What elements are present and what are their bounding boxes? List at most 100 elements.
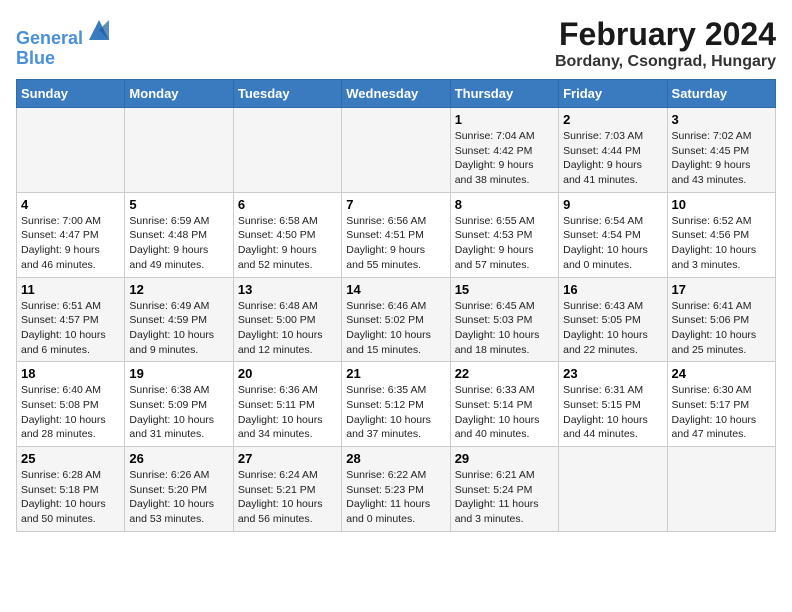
month-title: February 2024 [555,16,776,53]
weekday-header-sunday: Sunday [17,80,125,108]
day-number: 16 [563,282,662,297]
calendar-cell: 25 Sunrise: 6:28 AMSunset: 5:18 PMDayligh… [17,447,125,532]
calendar-cell: 26 Sunrise: 6:26 AMSunset: 5:20 PMDayligh… [125,447,233,532]
calendar-cell: 23Sunrise: 6:31 AMSunset: 5:15 PMDayligh… [559,362,667,447]
calendar-cell: 11 Sunrise: 6:51 AMSunset: 4:57 PMDayligh… [17,277,125,362]
calendar-week-1: 1Sunrise: 7:04 AMSunset: 4:42 PMDaylight… [17,108,776,193]
day-info: Sunrise: 6:56 AMSunset: 4:51 PMDaylight:… [346,214,445,273]
day-info: Sunrise: 6:59 AMSunset: 4:48 PMDaylight:… [129,214,228,273]
weekday-header-row: SundayMondayTuesdayWednesdayThursdayFrid… [17,80,776,108]
day-info: Sunrise: 7:02 AMSunset: 4:45 PMDaylight:… [672,129,771,188]
header: General Blue February 2024 Bordany, Cson… [16,16,776,71]
day-info: Sunrise: 6:45 AMSunset: 5:03 PMDaylight:… [455,299,554,358]
day-info: Sunrise: 6:49 AMSunset: 4:59 PMDaylight:… [129,299,228,358]
calendar-cell: 28 Sunrise: 6:22 AMSunset: 5:23 PMDayligh… [342,447,450,532]
day-number: 12 [129,282,228,297]
day-number: 19 [129,366,228,381]
calendar-cell: 4Sunrise: 7:00 AMSunset: 4:47 PMDaylight… [17,192,125,277]
day-info: Sunrise: 6:26 AMSunset: 5:20 PMDaylight:… [129,468,228,527]
day-number: 20 [238,366,337,381]
day-info: Sunrise: 6:41 AMSunset: 5:06 PMDaylight:… [672,299,771,358]
day-number: 2 [563,112,662,127]
weekday-header-thursday: Thursday [450,80,558,108]
calendar-cell: 24 Sunrise: 6:30 AMSunset: 5:17 PMDayligh… [667,362,775,447]
logo: General Blue [16,16,113,69]
day-number: 27 [238,451,337,466]
day-info: Sunrise: 6:30 AMSunset: 5:17 PMDaylight:… [672,383,771,442]
weekday-header-wednesday: Wednesday [342,80,450,108]
day-info: Sunrise: 7:04 AMSunset: 4:42 PMDaylight:… [455,129,554,188]
calendar-cell: 3Sunrise: 7:02 AMSunset: 4:45 PMDaylight… [667,108,775,193]
day-number: 15 [455,282,554,297]
day-number: 18 [21,366,120,381]
day-number: 29 [455,451,554,466]
weekday-header-friday: Friday [559,80,667,108]
calendar-cell [559,447,667,532]
calendar-cell: 12 Sunrise: 6:49 AMSunset: 4:59 PMDayligh… [125,277,233,362]
calendar-cell: 13 Sunrise: 6:48 AMSunset: 5:00 PMDayligh… [233,277,341,362]
calendar-cell: 19 Sunrise: 6:38 AMSunset: 5:09 PMDayligh… [125,362,233,447]
day-number: 21 [346,366,445,381]
calendar-cell: 27 Sunrise: 6:24 AMSunset: 5:21 PMDayligh… [233,447,341,532]
day-info: Sunrise: 6:31 AMSunset: 5:15 PMDaylight:… [563,383,662,442]
day-number: 11 [21,282,120,297]
day-info: Sunrise: 6:33 AMSunset: 5:14 PMDaylight:… [455,383,554,442]
calendar-cell: 2 Sunrise: 7:03 AMSunset: 4:44 PMDaylight… [559,108,667,193]
day-number: 25 [21,451,120,466]
day-info: Sunrise: 6:21 AMSunset: 5:24 PMDaylight:… [455,468,554,527]
calendar-cell: 15 Sunrise: 6:45 AMSunset: 5:03 PMDayligh… [450,277,558,362]
day-info: Sunrise: 6:40 AMSunset: 5:08 PMDaylight:… [21,383,120,442]
day-info: Sunrise: 6:54 AMSunset: 4:54 PMDaylight:… [563,214,662,273]
calendar-week-2: 4Sunrise: 7:00 AMSunset: 4:47 PMDaylight… [17,192,776,277]
day-number: 10 [672,197,771,212]
logo-general: General [16,28,83,48]
calendar-cell: 16 Sunrise: 6:43 AMSunset: 5:05 PMDayligh… [559,277,667,362]
day-info: Sunrise: 6:38 AMSunset: 5:09 PMDaylight:… [129,383,228,442]
calendar-cell: 29 Sunrise: 6:21 AMSunset: 5:24 PMDayligh… [450,447,558,532]
day-info: Sunrise: 6:35 AMSunset: 5:12 PMDaylight:… [346,383,445,442]
day-number: 26 [129,451,228,466]
calendar-cell: 14 Sunrise: 6:46 AMSunset: 5:02 PMDayligh… [342,277,450,362]
calendar-cell [17,108,125,193]
calendar-cell: 22 Sunrise: 6:33 AMSunset: 5:14 PMDayligh… [450,362,558,447]
day-info: Sunrise: 6:55 AMSunset: 4:53 PMDaylight:… [455,214,554,273]
day-number: 13 [238,282,337,297]
calendar-week-4: 18 Sunrise: 6:40 AMSunset: 5:08 PMDayligh… [17,362,776,447]
calendar-cell: 1Sunrise: 7:04 AMSunset: 4:42 PMDaylight… [450,108,558,193]
calendar-cell: 8 Sunrise: 6:55 AMSunset: 4:53 PMDaylight… [450,192,558,277]
day-number: 24 [672,366,771,381]
day-number: 8 [455,197,554,212]
weekday-header-saturday: Saturday [667,80,775,108]
calendar-week-5: 25 Sunrise: 6:28 AMSunset: 5:18 PMDayligh… [17,447,776,532]
calendar-cell: 17 Sunrise: 6:41 AMSunset: 5:06 PMDayligh… [667,277,775,362]
logo-blue: Blue [16,48,55,68]
title-area: February 2024 Bordany, Csongrad, Hungary [555,16,776,71]
day-number: 22 [455,366,554,381]
calendar-cell: 5 Sunrise: 6:59 AMSunset: 4:48 PMDaylight… [125,192,233,277]
day-info: Sunrise: 6:51 AMSunset: 4:57 PMDaylight:… [21,299,120,358]
calendar-week-3: 11 Sunrise: 6:51 AMSunset: 4:57 PMDayligh… [17,277,776,362]
day-info: Sunrise: 6:24 AMSunset: 5:21 PMDaylight:… [238,468,337,527]
calendar-cell [233,108,341,193]
day-info: Sunrise: 6:43 AMSunset: 5:05 PMDaylight:… [563,299,662,358]
day-info: Sunrise: 6:22 AMSunset: 5:23 PMDaylight:… [346,468,445,527]
calendar-cell [342,108,450,193]
day-number: 14 [346,282,445,297]
calendar-cell: 7 Sunrise: 6:56 AMSunset: 4:51 PMDaylight… [342,192,450,277]
day-info: Sunrise: 6:48 AMSunset: 5:00 PMDaylight:… [238,299,337,358]
calendar-cell: 21 Sunrise: 6:35 AMSunset: 5:12 PMDayligh… [342,362,450,447]
calendar-header: SundayMondayTuesdayWednesdayThursdayFrid… [17,80,776,108]
day-info: Sunrise: 6:36 AMSunset: 5:11 PMDaylight:… [238,383,337,442]
day-number: 7 [346,197,445,212]
day-info: Sunrise: 7:03 AMSunset: 4:44 PMDaylight:… [563,129,662,188]
calendar-cell [667,447,775,532]
day-number: 17 [672,282,771,297]
day-info: Sunrise: 6:28 AMSunset: 5:18 PMDaylight:… [21,468,120,527]
calendar-cell [125,108,233,193]
weekday-header-tuesday: Tuesday [233,80,341,108]
day-number: 5 [129,197,228,212]
day-number: 6 [238,197,337,212]
day-info: Sunrise: 6:58 AMSunset: 4:50 PMDaylight:… [238,214,337,273]
day-number: 28 [346,451,445,466]
day-info: Sunrise: 6:46 AMSunset: 5:02 PMDaylight:… [346,299,445,358]
